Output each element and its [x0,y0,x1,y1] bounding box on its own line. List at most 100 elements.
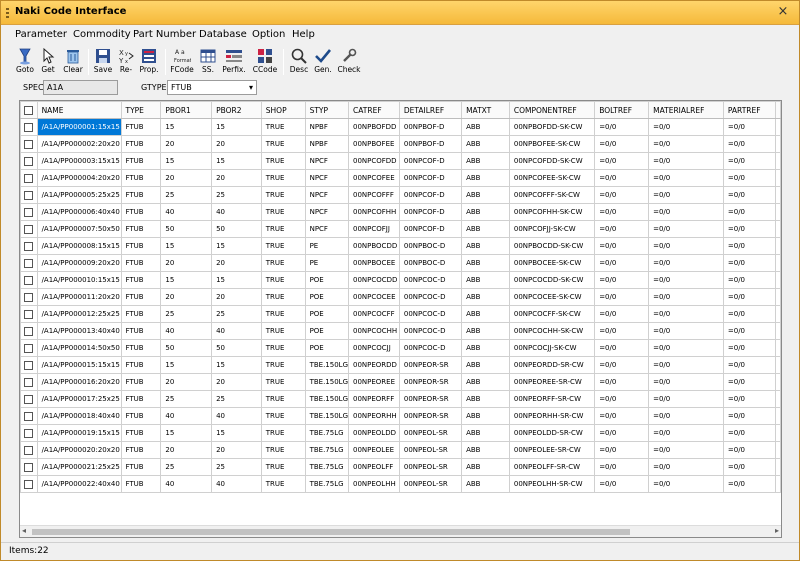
cell-matxt[interactable]: ABB [461,407,510,425]
cell-styp[interactable]: NPCF [304,220,350,238]
table-row[interactable]: /A1A/PP000008:15x15 FTUB 15 15 TRUE PE 00NPBOC… [20,237,781,255]
cell-pbor1[interactable]: 25 [160,186,213,204]
cell-pbor2[interactable]: 25 [211,390,262,408]
cell-matxt[interactable]: ABB [461,118,510,136]
cell-matxt[interactable]: ABB [461,220,510,238]
cell-materialref[interactable]: =0/0 [648,169,724,187]
cell-styp[interactable]: POE [304,288,350,306]
cell-shop[interactable]: TRUE [260,356,306,374]
row-checkbox[interactable] [20,356,38,374]
cell-partref[interactable]: =0/0 [722,288,777,306]
row-checkbox[interactable] [20,254,38,272]
column-header-pbor2[interactable]: PBOR2 [211,101,262,119]
cell-pbor2[interactable]: 40 [211,203,262,221]
ccode-button[interactable]: CCode [251,47,279,77]
cell-materialref[interactable]: =0/0 [648,152,724,170]
cell-componentref[interactable]: 00NPCOFFF-SK-CW [508,186,596,204]
cell-shop[interactable]: TRUE [260,322,306,340]
table-row[interactable]: /A1A/PP000009:20x20 FTUB 20 20 TRUE PE 00NPBOC… [20,254,781,272]
row-checkbox[interactable] [20,373,38,391]
cell-materialref[interactable]: =0/0 [648,237,724,255]
cell-pbor1[interactable]: 15 [160,152,213,170]
cell-catref[interactable]: 00NPCOCFF [348,305,400,323]
cell-catref[interactable]: 00NPEORHH [348,407,400,425]
cell-shop[interactable]: TRUE [260,203,306,221]
cell-detailref[interactable]: 00NPEOL-SR [398,424,463,442]
cell-materialref[interactable]: =0/0 [648,135,724,153]
cell-componentref[interactable]: 00NPEORDD-SR-CW [508,356,596,374]
cell-name[interactable]: /A1A/PP000004:20x20 [36,169,122,187]
cell-partref[interactable]: =0/0 [722,475,777,493]
cell-detailref[interactable]: 00NPCOC-D [398,339,463,357]
cell-partref[interactable]: =0/0 [722,441,777,459]
cell-pbor2[interactable]: 15 [211,152,262,170]
cell-materialref[interactable]: =0/0 [648,288,724,306]
row-checkbox[interactable] [20,458,38,476]
cell-pbor1[interactable]: 40 [160,203,213,221]
cell-matxt[interactable]: ABB [461,390,510,408]
cell-name[interactable]: /A1A/PP000014:50x50 [36,339,122,357]
cell-componentref[interactable]: 00NPEOLDD-SR-CW [508,424,596,442]
cell-pbor1[interactable]: 40 [160,407,213,425]
cell-boltref[interactable]: =0/0 [594,390,650,408]
cell-styp[interactable]: NPBF [304,118,350,136]
cell-partref[interactable]: =0/0 [722,339,777,357]
cell-shop[interactable]: TRUE [260,390,306,408]
cell-pbor1[interactable]: 15 [160,118,213,136]
cell-shop[interactable]: TRUE [260,152,306,170]
cell-materialref[interactable]: =0/0 [648,458,724,476]
cell-catref[interactable]: 00NPCOFHH [348,203,400,221]
cell-partref[interactable]: =0/0 [722,424,777,442]
spec-input[interactable]: A1A [43,80,118,95]
cell-detailref[interactable]: 00NPEOR-SR [398,390,463,408]
cell-styp[interactable]: TBE.150LG [304,407,350,425]
cell-styp[interactable]: NPBF [304,135,350,153]
cell-componentref[interactable]: 00NPCOCHH-SK-CW [508,322,596,340]
cell-shop[interactable]: TRUE [260,424,306,442]
cell-shop[interactable]: TRUE [260,305,306,323]
cell-partref[interactable]: =0/0 [722,237,777,255]
cell-shop[interactable]: TRUE [260,118,306,136]
table-row[interactable]: /A1A/PP000001:15x15 FTUB 15 15 TRUE NPBF 00NPB… [20,118,781,136]
cell-catref[interactable]: 00NPEORDD [348,356,400,374]
cell-componentref[interactable]: 00NPCOCFF-SK-CW [508,305,596,323]
clear-button[interactable]: Clear [59,47,87,77]
cell-name[interactable]: /A1A/PP000009:20x20 [36,254,122,272]
cell-partref[interactable]: =0/0 [722,220,777,238]
cell-catref[interactable]: 00NPEOLEE [348,441,400,459]
close-button[interactable]: × [775,4,791,20]
cell-styp[interactable]: PE [304,237,350,255]
cell-partref[interactable]: =0/0 [722,118,777,136]
cell-boltref[interactable]: =0/0 [594,441,650,459]
cell-pbor1[interactable]: 25 [160,305,213,323]
cell-partref[interactable]: =0/0 [722,322,777,340]
cell-materialref[interactable]: =0/0 [648,220,724,238]
row-checkbox[interactable] [20,441,38,459]
cell-type[interactable]: FTUB [120,390,162,408]
cell-detailref[interactable]: 00NPCOC-D [398,271,463,289]
cell-boltref[interactable]: =0/0 [594,271,650,289]
row-checkbox[interactable] [20,152,38,170]
cell-detailref[interactable]: 00NPCOF-D [398,203,463,221]
cell-type[interactable]: FTUB [120,186,162,204]
cell-partref[interactable]: =0/0 [722,407,777,425]
cell-pbor2[interactable]: 20 [211,254,262,272]
cell-name[interactable]: /A1A/PP000003:15x15 [36,152,122,170]
cell-boltref[interactable]: =0/0 [594,305,650,323]
cell-name[interactable]: /A1A/PP000001:15x15 [36,118,122,136]
cell-detailref[interactable]: 00NPCOF-D [398,152,463,170]
cell-shop[interactable]: TRUE [260,254,306,272]
cell-matxt[interactable]: ABB [461,373,510,391]
cell-catref[interactable]: 00NPCOFDD [348,152,400,170]
cell-pbor1[interactable]: 40 [160,475,213,493]
cell-partref[interactable]: =0/0 [722,271,777,289]
cell-boltref[interactable]: =0/0 [594,322,650,340]
cell-name[interactable]: /A1A/PP000005:25x25 [36,186,122,204]
cell-styp[interactable]: TBE.150LG [304,356,350,374]
cell-pbor2[interactable]: 15 [211,271,262,289]
cell-shop[interactable]: TRUE [260,475,306,493]
cell-detailref[interactable]: 00NPEOR-SR [398,356,463,374]
cell-type[interactable]: FTUB [120,220,162,238]
table-row[interactable]: /A1A/PP000015:15x15 FTUB 15 15 TRUE TBE.150LG… [20,356,781,374]
horizontal-scrollbar[interactable]: ◂ ▸ [20,525,781,537]
